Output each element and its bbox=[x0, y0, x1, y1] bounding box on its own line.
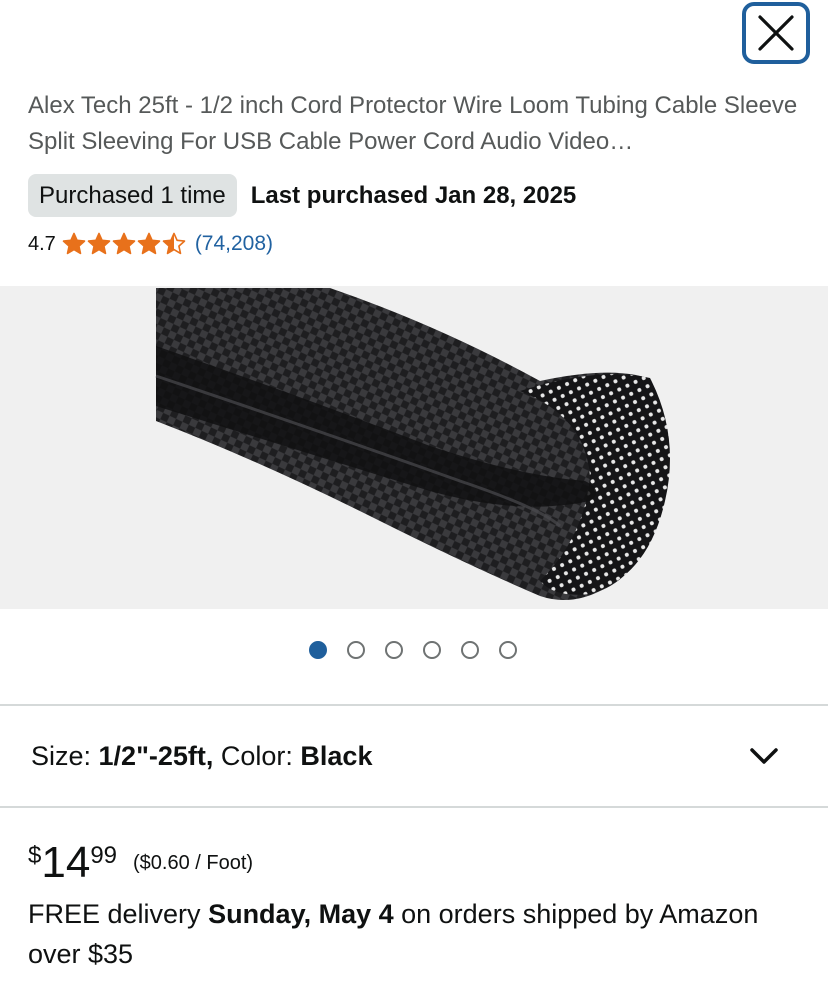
star-full-icon bbox=[87, 232, 111, 255]
color-label: Color: bbox=[213, 740, 301, 771]
carousel-dot[interactable] bbox=[347, 641, 365, 659]
product-image-carousel[interactable] bbox=[0, 286, 828, 609]
color-value: Black bbox=[300, 740, 373, 771]
delivery-info: FREE delivery Sunday, May 4 on orders sh… bbox=[28, 894, 788, 974]
rating-value: 4.7 bbox=[28, 232, 56, 255]
unit-price: ($0.60 / Foot) bbox=[133, 852, 254, 874]
price-whole: 14 bbox=[41, 838, 91, 887]
carousel-dot[interactable] bbox=[499, 641, 517, 659]
rating-count-link[interactable]: (74,208) bbox=[195, 232, 273, 256]
purchase-info: Purchased 1 time Last purchased Jan 28, … bbox=[28, 174, 576, 217]
price-currency: $ bbox=[28, 842, 42, 869]
variant-selector[interactable]: Size: 1/2"-25ft, Color: Black bbox=[0, 706, 828, 806]
close-icon bbox=[758, 15, 794, 51]
delivery-prefix: FREE delivery bbox=[28, 899, 209, 929]
star-full-icon bbox=[112, 232, 136, 255]
last-purchased-date: Last purchased Jan 28, 2025 bbox=[250, 181, 577, 209]
divider bbox=[0, 806, 828, 808]
price-fraction: 99 bbox=[90, 842, 118, 869]
chevron-down-icon bbox=[750, 748, 778, 764]
variant-summary: Size: 1/2"-25ft, Color: Black bbox=[31, 741, 372, 772]
purchased-badge: Purchased 1 time bbox=[28, 174, 237, 217]
carousel-dot[interactable] bbox=[309, 641, 327, 659]
delivery-date: Sunday, May 4 bbox=[208, 899, 394, 929]
star-full-icon bbox=[62, 232, 86, 255]
size-label: Size: bbox=[31, 740, 99, 771]
rating-row[interactable]: 4.7 (74,208) bbox=[28, 228, 273, 260]
carousel-pagination[interactable] bbox=[309, 641, 537, 659]
star-full-icon bbox=[137, 232, 161, 255]
star-half-icon bbox=[162, 232, 186, 255]
star-rating[interactable] bbox=[62, 232, 187, 256]
product-image bbox=[0, 286, 828, 609]
carousel-dot[interactable] bbox=[423, 641, 441, 659]
carousel-dot[interactable] bbox=[461, 641, 479, 659]
price: $ 14 99 ($0.60 / Foot) bbox=[28, 838, 253, 888]
size-value: 1/2"-25ft, bbox=[98, 740, 214, 771]
product-title[interactable]: Alex Tech 25ft - 1/2 inch Cord Protector… bbox=[28, 88, 808, 160]
close-button[interactable] bbox=[742, 2, 810, 64]
carousel-dot[interactable] bbox=[385, 641, 403, 659]
